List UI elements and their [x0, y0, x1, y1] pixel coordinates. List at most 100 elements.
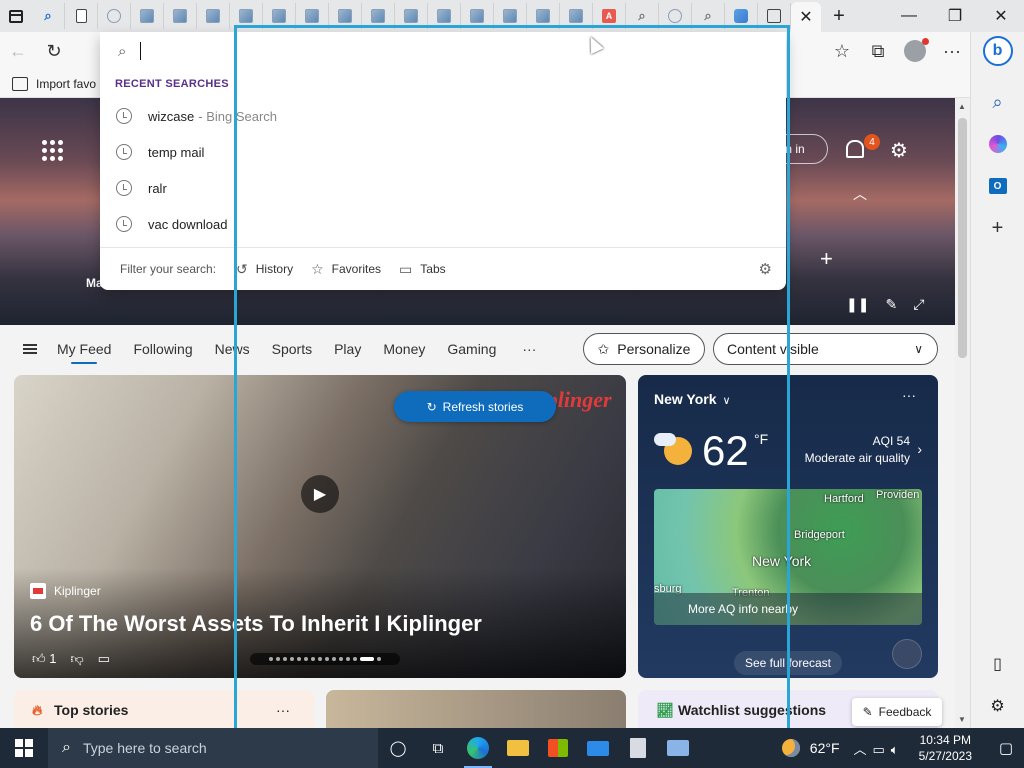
weather-more-icon[interactable]: ···: [902, 387, 916, 403]
tab-item[interactable]: [131, 3, 164, 29]
tab-item[interactable]: [659, 3, 692, 29]
system-icons[interactable]: ︿▭🔈︎: [854, 739, 905, 758]
taskbar-mail[interactable]: [578, 728, 618, 768]
taskbar-edge[interactable]: [458, 728, 498, 768]
tab-item[interactable]: [98, 3, 131, 29]
tab-item[interactable]: [263, 3, 296, 29]
tab-item[interactable]: A: [593, 3, 626, 29]
import-favorites-link[interactable]: Import favo: [36, 77, 96, 91]
sidebar-search-button[interactable]: ⌕: [982, 86, 1014, 118]
tab-gaming[interactable]: Gaming: [447, 341, 496, 357]
tab-actions-button[interactable]: [0, 0, 32, 32]
favorites-button[interactable]: ☆: [824, 35, 860, 67]
taskbar-keyboard-app[interactable]: [658, 728, 698, 768]
address-bar-input[interactable]: ⌕: [100, 32, 786, 70]
tab-play[interactable]: Play: [334, 341, 361, 357]
new-tab-button[interactable]: +: [821, 0, 857, 32]
carousel-dots[interactable]: [250, 653, 400, 665]
filter-favorites[interactable]: ☆ Favorites: [311, 261, 381, 278]
page-scrollbar[interactable]: ▲ ▼: [955, 98, 970, 728]
gear-icon[interactable]: ⚙: [759, 260, 772, 278]
close-tab-icon[interactable]: ✕: [799, 7, 812, 27]
tab-my-feed[interactable]: My Feed: [57, 341, 111, 364]
taskbar-file-explorer[interactable]: [498, 728, 538, 768]
close-window-button[interactable]: ✕: [978, 0, 1024, 32]
app-launcher-icon[interactable]: [42, 140, 63, 161]
bell-icon[interactable]: [846, 140, 864, 158]
tab-item[interactable]: [65, 3, 98, 29]
edit-background-icon[interactable]: ✎: [885, 296, 897, 313]
tab-item[interactable]: [362, 3, 395, 29]
collections-button[interactable]: ⧉: [860, 35, 896, 67]
expand-icon[interactable]: ⤢: [913, 296, 924, 313]
back-button[interactable]: ←: [0, 35, 36, 67]
tab-item[interactable]: [725, 3, 758, 29]
tab-item[interactable]: [560, 3, 593, 29]
card-more-button[interactable]: ···: [276, 702, 290, 718]
tab-item[interactable]: ⌕: [626, 3, 659, 29]
tab-item[interactable]: [494, 3, 527, 29]
filter-history[interactable]: ↺ History: [236, 261, 293, 278]
bing-chat-icon[interactable]: b: [982, 36, 1013, 66]
sidebar-add-button[interactable]: +: [982, 212, 1014, 244]
story-headline[interactable]: 6 Of The Worst Assets To Inherit I Kipli…: [30, 611, 482, 637]
notification-center-icon[interactable]: ▢: [988, 728, 1024, 768]
tab-item[interactable]: [758, 3, 791, 29]
recent-search-item[interactable]: ralr: [100, 170, 786, 206]
tab-active[interactable]: ✕: [791, 2, 821, 32]
sidebar-panel-button[interactable]: ▯: [982, 648, 1014, 680]
profile-avatar[interactable]: [904, 38, 929, 62]
tab-item[interactable]: [296, 3, 329, 29]
comment-icon[interactable]: ▭: [98, 651, 110, 667]
sidebar-outlook-button[interactable]: O: [982, 170, 1014, 202]
weather-card[interactable]: New York ∨ ··· 62 °F AQI 54 Moderate air q…: [638, 375, 938, 678]
filter-tabs[interactable]: ▭ Tabs: [399, 261, 446, 278]
air-quality[interactable]: AQI 54 Moderate air quality: [805, 433, 910, 467]
tab-item[interactable]: ⌕: [692, 3, 725, 29]
recent-search-item[interactable]: wizcase - Bing Search: [100, 98, 786, 134]
task-view-button[interactable]: ⧉: [418, 728, 458, 768]
recent-search-item[interactable]: temp mail: [100, 134, 786, 170]
scroll-up-icon[interactable]: ▲: [958, 102, 966, 111]
taskbar-store[interactable]: [538, 728, 578, 768]
personalize-button[interactable]: ✩ Personalize: [583, 333, 705, 365]
pause-icon[interactable]: ❚❚: [846, 296, 869, 313]
taskbar-search[interactable]: ⌕ Type here to search: [48, 728, 378, 768]
sidebar-copilot-button[interactable]: [982, 128, 1014, 160]
tab-news[interactable]: News: [215, 341, 250, 357]
tab-item[interactable]: [230, 3, 263, 29]
dislike-icon[interactable]: 👎︎: [70, 651, 83, 667]
weather-map[interactable]: Hartford Providen Bridgeport New York sb…: [654, 489, 922, 625]
tab-sports[interactable]: Sports: [272, 341, 312, 357]
start-button[interactable]: [0, 728, 48, 768]
cortana-button[interactable]: ◯: [378, 728, 418, 768]
maximize-button[interactable]: ❐: [932, 0, 978, 32]
tab-item[interactable]: [197, 3, 230, 29]
weather-city[interactable]: New York ∨: [654, 391, 731, 407]
menu-icon[interactable]: [23, 344, 37, 354]
add-site-icon[interactable]: +: [820, 246, 833, 272]
feedback-button[interactable]: ✎ Feedback: [852, 698, 942, 726]
settings-more-button[interactable]: ···: [934, 35, 970, 67]
scroll-down-icon[interactable]: ▼: [958, 715, 966, 724]
taskbar-weather[interactable]: 62°F: [781, 739, 840, 757]
full-forecast-button[interactable]: See full forecast: [734, 651, 842, 675]
top-stories-card[interactable]: 🔥︎ Top stories ···: [14, 690, 314, 728]
collapse-icon[interactable]: ︿: [853, 184, 867, 204]
chevron-right-icon[interactable]: ›: [917, 441, 922, 457]
tab-item[interactable]: [527, 3, 560, 29]
tab-money[interactable]: Money: [383, 341, 425, 357]
tab-following[interactable]: Following: [133, 341, 192, 357]
sidebar-settings-button[interactable]: ⚙: [982, 690, 1014, 722]
clock[interactable]: 10:34 PM 5/27/2023: [919, 732, 972, 764]
refresh-button[interactable]: ↻: [36, 35, 72, 67]
scroll-thumb[interactable]: [958, 118, 967, 358]
story-image-card[interactable]: [326, 690, 626, 728]
tab-item[interactable]: [395, 3, 428, 29]
tab-item[interactable]: ⌕: [32, 3, 65, 29]
minimize-button[interactable]: —: [886, 0, 932, 32]
recent-search-item[interactable]: vac download: [100, 206, 786, 242]
aq-info-link[interactable]: More AQ info nearby: [654, 593, 922, 625]
like-button[interactable]: 👍︎ 1: [32, 651, 56, 667]
content-visible-dropdown[interactable]: Content visible ∨: [713, 333, 938, 365]
